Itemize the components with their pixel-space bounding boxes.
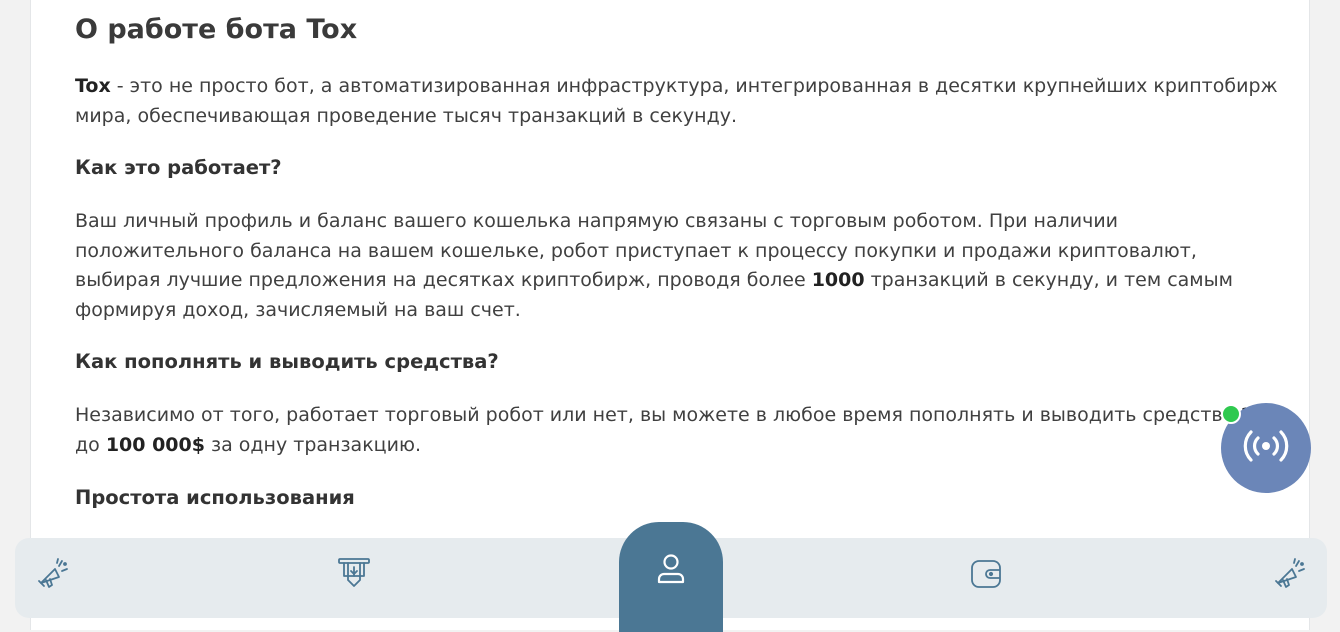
megaphone-icon (1272, 556, 1308, 596)
profile-icon (655, 552, 687, 590)
funds-text-mid: до (75, 433, 106, 456)
funds-paragraph: Независимо от того, работает торговый ро… (75, 401, 1280, 460)
page-title: О работе бота Tox (75, 14, 358, 45)
nav-profile-active[interactable] (619, 522, 723, 632)
bot-name: Tox (75, 75, 111, 97)
max-amount: 100 000$ (105, 433, 205, 456)
funds-text-1: Независимо от того, работает торговый ро… (75, 404, 1241, 426)
section-heading-simplicity: Простота использования (75, 486, 355, 509)
atm-withdraw-icon (336, 554, 372, 594)
intro-text: - это не просто бот, а автоматизированна… (75, 75, 1278, 127)
nav-promo-left[interactable] (33, 556, 73, 596)
megaphone-icon (35, 556, 71, 596)
nav-promo-right[interactable] (1270, 556, 1310, 596)
how-paragraph: Ваш личный профиль и баланс вашего кошел… (75, 207, 1280, 325)
section-heading-how: Как это работает? (75, 156, 282, 179)
wallet-icon (968, 556, 1004, 596)
transactions-count: 1000 (811, 269, 865, 291)
intro-paragraph: Tox - это не просто бот, а автоматизиров… (75, 72, 1280, 131)
funds-text-2: за одну транзакцию. (204, 433, 421, 456)
nav-withdraw[interactable] (334, 554, 374, 594)
section-heading-funds: Как пополнять и выводить средства? (75, 350, 499, 373)
online-status-dot (1221, 404, 1241, 424)
broadcast-icon (1242, 426, 1290, 470)
nav-wallet[interactable] (966, 556, 1006, 596)
